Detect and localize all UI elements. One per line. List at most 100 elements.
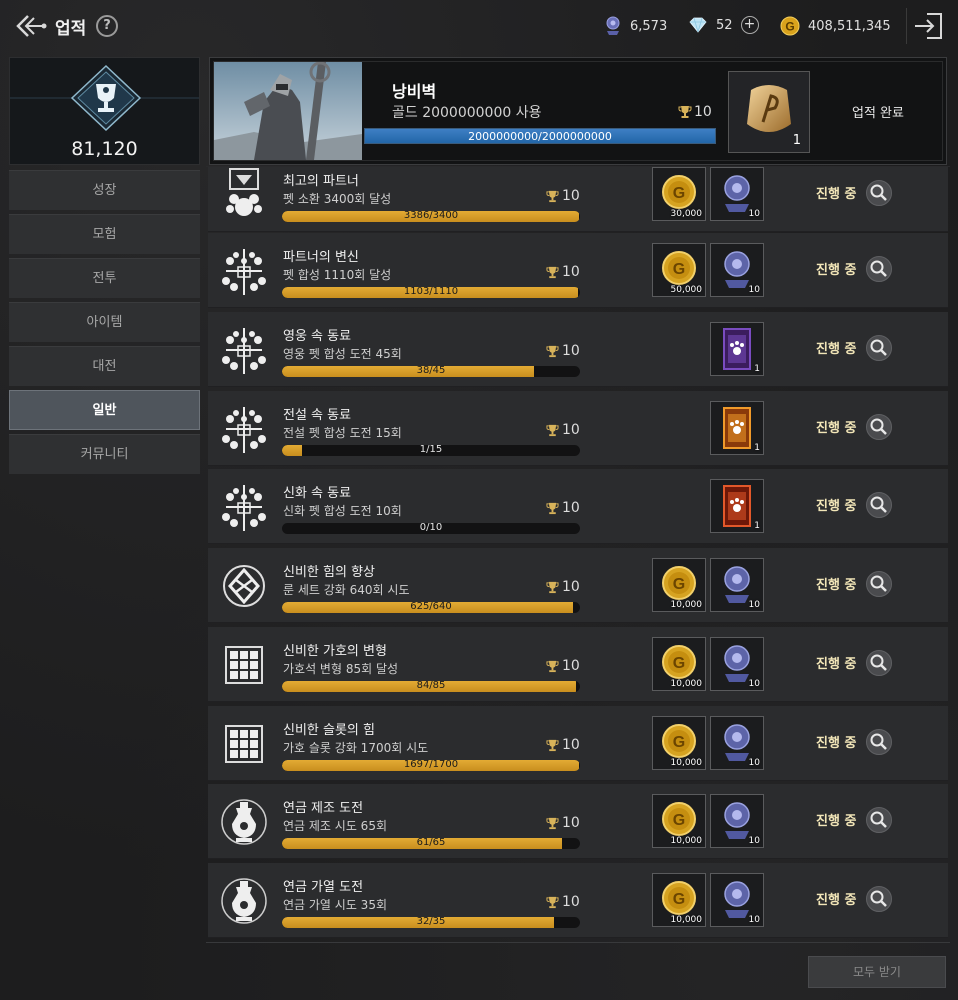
reward-count: 10,000 [670, 679, 703, 689]
trophy-icon [546, 502, 559, 514]
gold-currency: G 408,511,345 [780, 16, 891, 36]
trophy-icon [546, 660, 559, 672]
reward-slot[interactable]: 1 [710, 479, 764, 533]
achievement-row: 연금 가열 도전 연금 가열 시도 35회 10 32/35 G 10,000 10 진행 중 [208, 863, 948, 938]
magnifier-icon [870, 575, 887, 592]
category-community[interactable]: 커뮤니티 [9, 434, 200, 474]
category-general[interactable]: 일반 [9, 390, 200, 430]
featured-description: 골드 2000000000 사용 [392, 105, 542, 121]
search-button[interactable] [866, 886, 892, 912]
reward-slot[interactable]: 10 [710, 558, 764, 612]
reward-slot[interactable]: 10 [710, 794, 764, 848]
featured-reward-count: 1 [792, 133, 801, 148]
trophy-icon [546, 817, 559, 829]
reward-slot[interactable]: G 10,000 [652, 873, 706, 927]
search-button[interactable] [866, 256, 892, 282]
gold-count: 408,511,345 [808, 18, 891, 34]
category-pvp[interactable]: 대전 [9, 346, 200, 386]
back-button[interactable] [14, 10, 48, 42]
search-button[interactable] [866, 335, 892, 361]
reward-slot[interactable]: G 10,000 [652, 637, 706, 691]
featured-progress-bar: 2000000000/2000000000 [364, 128, 716, 144]
achievement-trophy: 10 [546, 343, 580, 359]
add-diamond-button[interactable]: + [740, 16, 759, 34]
achievement-score: 81,120 [71, 138, 138, 160]
search-button[interactable] [866, 180, 892, 206]
reward-slot[interactable]: 10 [710, 243, 764, 297]
magnifier-icon [870, 496, 887, 513]
achievement-name: 최고의 파트너 [283, 174, 359, 189]
progress-text: 84/85 [416, 681, 446, 691]
featured-banner-image [214, 62, 362, 160]
search-button[interactable] [866, 571, 892, 597]
achievement-progress-bar: 1697/1700 [282, 760, 580, 771]
progress-text: 38/45 [416, 366, 446, 376]
trophy-points: 10 [562, 343, 580, 359]
progress-text: 32/35 [416, 917, 446, 927]
magnifier-icon [870, 260, 887, 277]
achievement-description: 신화 펫 합성 도전 10회 [283, 504, 402, 518]
magnifier-icon [870, 733, 887, 750]
category-combat[interactable]: 전투 [9, 258, 200, 298]
claim-all-button[interactable]: 모두 받기 [808, 956, 946, 988]
reward-slot[interactable]: G 10,000 [652, 794, 706, 848]
search-button[interactable] [866, 414, 892, 440]
achievement-trophy: 10 [546, 422, 580, 438]
trophy-points: 10 [562, 422, 580, 438]
reward-slot[interactable]: 10 [710, 637, 764, 691]
trophy-points: 10 [562, 815, 580, 831]
search-button[interactable] [866, 492, 892, 518]
achievement-description: 연금 제조 시도 65회 [283, 819, 387, 833]
reward-count: 1 [754, 521, 760, 531]
achievement-status: 진행 중 [816, 736, 857, 751]
achievement-name: 신비한 가호의 변형 [283, 644, 387, 659]
reward-slot[interactable]: 10 [710, 716, 764, 770]
achievement-description: 연금 가열 시도 35회 [283, 898, 387, 912]
featured-reward-slot[interactable]: 1 [728, 71, 810, 153]
trophy-points: 10 [562, 500, 580, 516]
progress-text: 3386/3400 [403, 211, 459, 221]
badge-count: 6,573 [630, 18, 668, 34]
exit-button[interactable] [906, 8, 946, 44]
achievement-trophy: 10 [546, 815, 580, 831]
achievement-progress-bar: 625/640 [282, 602, 580, 613]
magnifier-icon [870, 811, 887, 828]
category-growth[interactable]: 성장 [9, 170, 200, 210]
trophy-icon [678, 106, 692, 118]
reward-slot[interactable]: G 50,000 [652, 243, 706, 297]
achievement-trophy: 10 [546, 188, 580, 204]
achievement-status: 진행 중 [816, 421, 857, 436]
search-button[interactable] [866, 807, 892, 833]
reward-slot[interactable]: 10 [710, 873, 764, 927]
svg-text:G: G [673, 261, 685, 278]
achievement-progress-bar: 1/15 [282, 445, 580, 456]
reward-slot[interactable]: G 10,000 [652, 716, 706, 770]
gold-coin-icon: G [780, 16, 800, 36]
page-title: 업적 [55, 19, 87, 39]
reward-slot[interactable]: G 30,000 [652, 167, 706, 221]
achievement-status: 진행 중 [816, 342, 857, 357]
reward-slot[interactable]: 1 [710, 401, 764, 455]
help-button[interactable]: ? [96, 15, 118, 37]
reward-slot[interactable]: 10 [710, 167, 764, 221]
progress-text: 61/65 [416, 838, 446, 848]
trophy-points: 10 [562, 894, 580, 910]
reward-slot[interactable]: G 10,000 [652, 558, 706, 612]
category-adventure[interactable]: 모험 [9, 214, 200, 254]
exit-icon [915, 13, 942, 39]
achievement-progress-bar: 61/65 [282, 838, 580, 849]
reward-count: 50,000 [670, 285, 703, 295]
achievement-description: 가호 슬롯 강화 1700회 시도 [283, 741, 429, 755]
search-button[interactable] [866, 650, 892, 676]
trophy-points: 10 [562, 264, 580, 280]
magnifier-icon [870, 418, 887, 435]
achievement-name: 신화 속 동료 [283, 486, 352, 501]
category-item[interactable]: 아이템 [9, 302, 200, 342]
progress-text: 1103/1110 [403, 287, 459, 297]
achievement-row: 신비한 슬롯의 힘 가호 슬롯 강화 1700회 시도 10 1697/1700 G 10… [208, 706, 948, 781]
magnifier-icon [870, 890, 887, 907]
achievement-description: 가호석 변형 85회 달성 [283, 662, 399, 676]
reward-count: 10 [748, 758, 760, 768]
reward-slot[interactable]: 1 [710, 322, 764, 376]
search-button[interactable] [866, 729, 892, 755]
